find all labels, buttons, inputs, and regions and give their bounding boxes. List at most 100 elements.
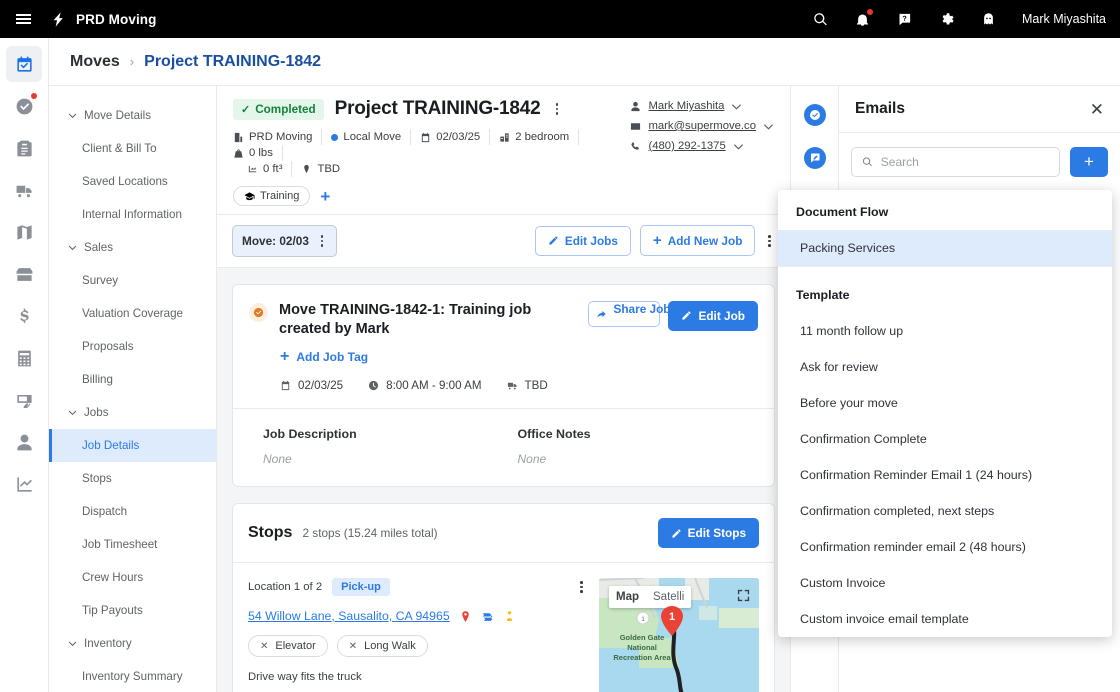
amenity-chip-elevator[interactable]: ✕ Elevator (248, 635, 328, 658)
sidebar-group-jobs[interactable]: Jobs (49, 396, 216, 429)
sidebar-item-stops[interactable]: Stops (49, 462, 216, 495)
contact-phone-row[interactable]: (480) 292-1375 (630, 140, 774, 152)
contact-name-row[interactable]: Mark Miyashita (630, 100, 774, 112)
map-type-satellite[interactable]: Satelli (646, 586, 691, 608)
tag-chip-training[interactable]: Training (233, 186, 311, 206)
sidebar-item-survey[interactable]: Survey (49, 264, 216, 297)
contact-email[interactable]: mark@supermove.co (648, 120, 756, 132)
meta-move-type-text: Local Move (343, 131, 402, 143)
edit-job-button[interactable]: Edit Job (668, 300, 758, 331)
project-meta: PRD Moving Local Move 02/03/25 2 bedroom… (233, 129, 628, 177)
amenity-chip-long-walk[interactable]: ✕ Long Walk (336, 635, 428, 658)
left-icon-rail (0, 38, 49, 692)
dropdown-item-before-your-move[interactable]: Before your move (778, 385, 1112, 421)
directions-icon[interactable] (481, 610, 494, 623)
rail-item-reports[interactable] (6, 466, 42, 502)
stop-address[interactable]: 54 Willow Lane, Sausalito, CA 94965 (248, 609, 450, 623)
graduation-cap-icon (244, 191, 255, 200)
share-job-button[interactable]: Share Job (588, 300, 671, 327)
dropdown-item-confirmation-complete[interactable]: Confirmation Complete (778, 421, 1112, 457)
move-tab-kebab[interactable] (317, 232, 328, 250)
dropdown-item-packing-services[interactable]: Packing Services (778, 230, 1112, 266)
contact-email-row[interactable]: mark@supermove.co (630, 120, 774, 132)
sidebar-item-internal-information[interactable]: Internal Information (49, 198, 216, 231)
dropdown-item-confirmation-completed-next-steps[interactable]: Confirmation completed, next steps (778, 493, 1112, 529)
sidebar-group-sales[interactable]: Sales (49, 231, 216, 264)
sidebar-item-crew-hours[interactable]: Crew Hours (49, 561, 216, 594)
add-job-tag-button[interactable]: + Add Job Tag (233, 339, 774, 365)
brand-logo[interactable]: PRD Moving (50, 11, 157, 28)
gear-icon[interactable] (926, 0, 968, 38)
add-new-job-button[interactable]: + Add New Job (639, 225, 756, 257)
map-type-toggle[interactable]: Map Satelli (609, 586, 692, 609)
hamburger-icon[interactable] (0, 12, 46, 25)
rail-item-payments[interactable] (6, 298, 42, 334)
ghost-icon[interactable] (968, 0, 1010, 38)
map-pin-icon[interactable] (459, 610, 472, 623)
dropdown-item-confirmation-reminder-1[interactable]: Confirmation Reminder Email 1 (24 hours) (778, 457, 1112, 493)
dropdown-item-ask-for-review[interactable]: Ask for review (778, 349, 1112, 385)
dropdown-item-custom-invoice-email-template[interactable]: Custom invoice email template (778, 601, 1112, 637)
rail-item-dispatch[interactable] (6, 172, 42, 208)
toolbar-kebab-menu[interactable] (764, 232, 775, 250)
user-name[interactable]: Mark Miyashita (1022, 12, 1106, 26)
edit-stops-button[interactable]: Edit Stops (657, 518, 759, 549)
job-description-label: Job Description (263, 427, 357, 442)
sidebar-group-move-details[interactable]: Move Details (49, 99, 216, 132)
chat-edit-blue-icon[interactable] (803, 147, 826, 169)
rail-item-customers[interactable] (6, 424, 42, 460)
street-view-icon[interactable] (503, 610, 516, 623)
help-chat-icon[interactable] (884, 0, 926, 38)
job-time-text: 8:00 AM - 9:00 AM (386, 379, 482, 393)
sidebar-item-saved-locations[interactable]: Saved Locations (49, 165, 216, 198)
stop-map[interactable]: 1 Golden Gate National Recreation Area M… (599, 578, 759, 692)
sidebar-item-client-bill-to[interactable]: Client & Bill To (49, 132, 216, 165)
job-card: Move TRAINING-1842-1: Training job creat… (232, 283, 775, 488)
dropdown-item-confirmation-reminder-2[interactable]: Confirmation reminder email 2 (48 hours) (778, 529, 1112, 565)
sidebar-item-proposals[interactable]: Proposals (49, 330, 216, 363)
sidebar-item-valuation-coverage[interactable]: Valuation Coverage (49, 297, 216, 330)
sidebar-item-tip-payouts[interactable]: Tip Payouts (49, 594, 216, 627)
tag-chip-label: Training (260, 190, 300, 202)
rail-item-invoices[interactable] (6, 382, 42, 418)
contact-name[interactable]: Mark Miyashita (648, 100, 724, 112)
map-marker-1[interactable]: 1 (661, 606, 683, 637)
sidebar-item-job-details[interactable]: Job Details (49, 429, 216, 462)
search-icon[interactable] (800, 0, 842, 38)
x-icon: ✕ (260, 640, 269, 652)
emails-search-field[interactable] (851, 147, 1060, 177)
edit-jobs-button[interactable]: Edit Jobs (534, 225, 631, 256)
job-notes: Job Description None Office Notes None (233, 409, 774, 486)
stop-kebab-menu[interactable] (576, 578, 587, 596)
sidebar-group-inventory[interactable]: Inventory (49, 627, 216, 660)
rail-item-clipboard[interactable] (6, 130, 42, 166)
dropdown-item-custom-invoice[interactable]: Custom Invoice (778, 565, 1112, 601)
add-tag-button[interactable]: + (320, 188, 330, 205)
sidebar-item-billing[interactable]: Billing (49, 363, 216, 396)
search-input[interactable] (880, 155, 1049, 169)
project-header: ✓ Completed Project TRAINING-1842 PRD Mo… (217, 86, 790, 215)
sidebar-item-dispatch[interactable]: Dispatch (49, 495, 216, 528)
rail-item-calculator[interactable] (6, 340, 42, 376)
job-crew: TBD (507, 379, 548, 392)
close-icon[interactable]: ✕ (1090, 101, 1104, 118)
sidebar-item-inventory-summary[interactable]: Inventory Summary (49, 660, 216, 692)
add-email-button[interactable]: + (1070, 147, 1108, 177)
project-kebab-menu[interactable] (552, 100, 563, 118)
pin-icon (304, 164, 310, 173)
contact-phone[interactable]: (480) 292-1375 (648, 140, 725, 152)
sidebar-item-job-timesheet[interactable]: Job Timesheet (49, 528, 216, 561)
dropdown-item-11-month-follow-up[interactable]: 11 month follow up (778, 313, 1112, 349)
fullscreen-icon[interactable] (736, 588, 751, 603)
map-type-map[interactable]: Map (609, 586, 646, 608)
rail-item-calendar[interactable] (6, 46, 42, 82)
check-circle-icon (253, 307, 264, 317)
rail-item-inventory[interactable] (6, 256, 42, 292)
move-tab[interactable]: Move: 02/03 (232, 225, 338, 257)
breadcrumb-root[interactable]: Moves (70, 53, 120, 71)
pencil-icon (672, 528, 681, 538)
rail-item-approvals[interactable] (6, 88, 42, 124)
rail-item-map[interactable] (6, 214, 42, 250)
check-circle-blue-icon[interactable] (803, 104, 826, 126)
bell-icon[interactable] (842, 0, 884, 38)
